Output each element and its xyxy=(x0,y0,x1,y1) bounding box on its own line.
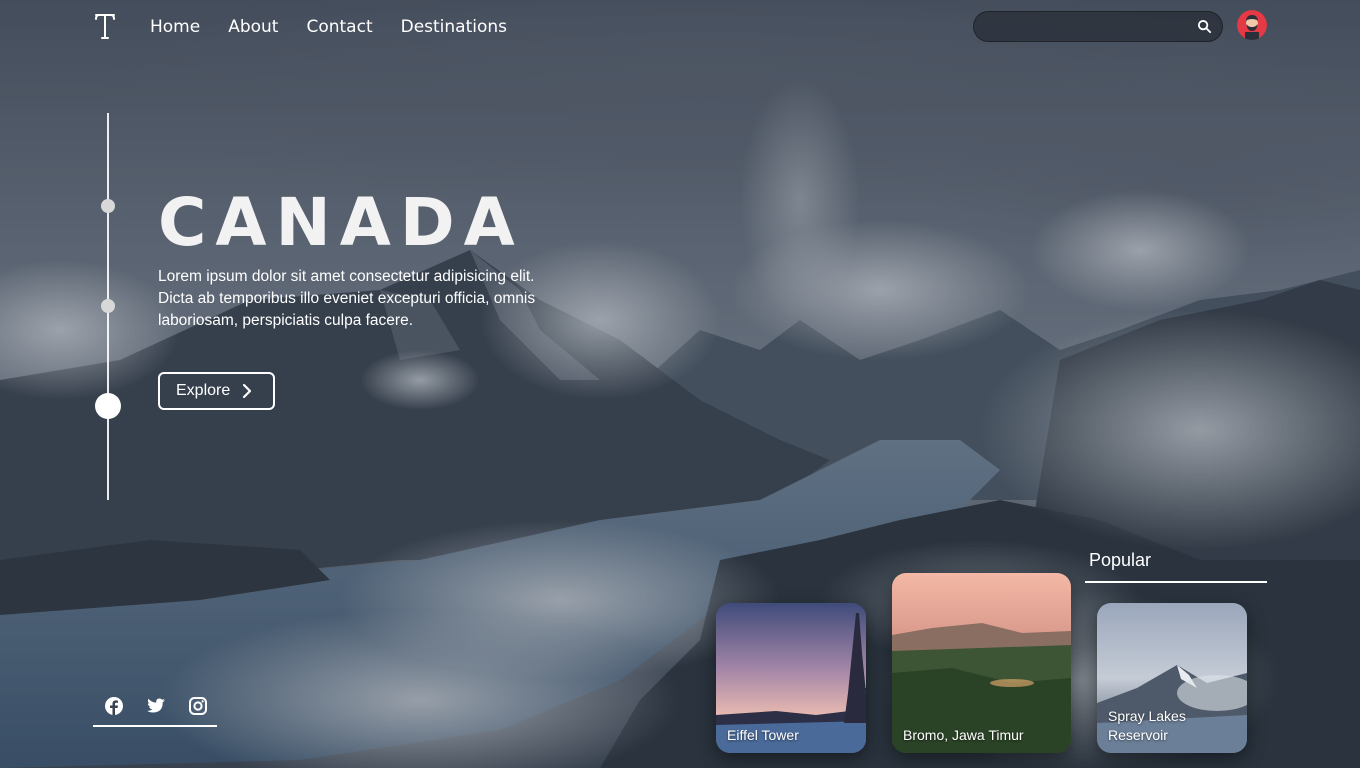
slider-dot-active[interactable] xyxy=(95,393,121,419)
nav-link-about[interactable]: About xyxy=(228,16,278,38)
facebook-icon[interactable] xyxy=(104,696,124,716)
search-icon[interactable] xyxy=(1197,19,1212,34)
nav-link-destinations[interactable]: Destinations xyxy=(401,16,507,38)
popular-card-spray-lakes[interactable]: Spray Lakes Reservoir xyxy=(1097,603,1247,753)
card-label: Bromo, Jawa Timur xyxy=(903,727,1024,743)
popular-card-bromo[interactable]: Bromo, Jawa Timur xyxy=(892,573,1071,753)
chevron-right-icon xyxy=(243,383,252,399)
twitter-icon[interactable] xyxy=(146,696,166,716)
popular-heading: Popular xyxy=(1089,550,1152,570)
site-logo[interactable] xyxy=(92,10,118,42)
hero-title: CANADA xyxy=(158,184,524,261)
slider-dot[interactable] xyxy=(101,299,115,313)
popular-underline xyxy=(1085,581,1267,583)
search-bar xyxy=(973,11,1223,42)
socials-underline xyxy=(93,725,217,727)
logo-t-icon xyxy=(95,14,115,39)
instagram-icon[interactable] xyxy=(188,696,208,716)
slider-dot[interactable] xyxy=(101,199,115,213)
search-input[interactable] xyxy=(988,16,1188,38)
card-label: Spray Lakes Reservoir xyxy=(1108,708,1186,743)
card-label: Eiffel Tower xyxy=(727,727,799,743)
user-avatar-icon xyxy=(1237,10,1267,40)
avatar[interactable] xyxy=(1237,10,1267,40)
popular-card-eiffel-tower[interactable]: Eiffel Tower xyxy=(716,603,866,753)
main-nav: Home About Contact Destinations xyxy=(150,16,507,38)
nav-link-home[interactable]: Home xyxy=(150,16,200,38)
social-links xyxy=(104,696,208,716)
nav-link-contact[interactable]: Contact xyxy=(306,16,372,38)
hero-description: Lorem ipsum dolor sit amet consectetur a… xyxy=(158,268,536,329)
explore-button[interactable]: Explore xyxy=(158,372,275,410)
explore-button-label: Explore xyxy=(176,382,231,399)
